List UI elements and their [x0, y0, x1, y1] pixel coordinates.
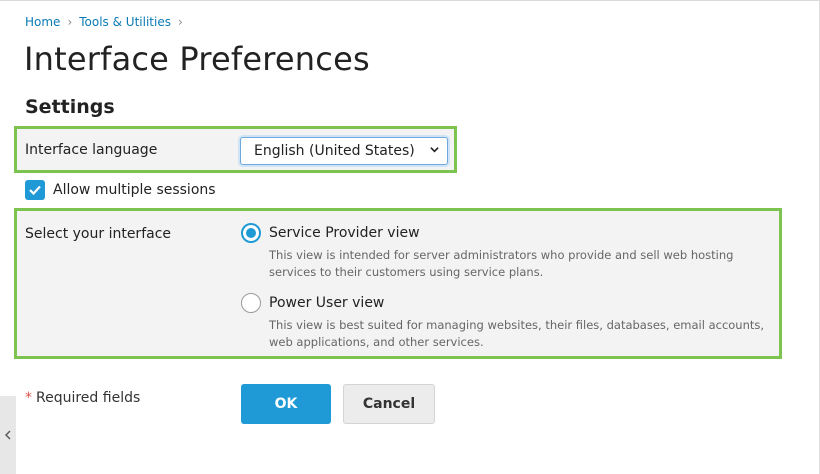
checkmark-icon — [29, 185, 41, 196]
service-provider-description: This view is intended for server adminis… — [269, 248, 734, 279]
chevron-right-icon: › — [177, 15, 183, 29]
chevron-right-icon: › — [67, 15, 73, 29]
ok-button[interactable]: OK — [241, 384, 331, 424]
multiple-sessions-row: Allow multiple sessions — [25, 180, 216, 200]
section-title: Settings — [25, 96, 115, 118]
breadcrumb-home[interactable]: Home — [25, 15, 60, 29]
sidebar-collapse-handle[interactable] — [0, 396, 16, 474]
power-user-radio[interactable] — [241, 293, 261, 313]
page-title: Interface Preferences — [24, 40, 370, 78]
multiple-sessions-label: Allow multiple sessions — [53, 182, 216, 198]
cancel-button[interactable]: Cancel — [343, 384, 435, 424]
chevron-left-icon — [5, 430, 11, 440]
power-user-title[interactable]: Power User view — [269, 295, 384, 311]
language-label: Interface language — [25, 142, 158, 158]
chevron-down-icon — [430, 147, 439, 153]
power-user-description: This view is best suited for managing we… — [269, 318, 765, 349]
language-select[interactable]: English (United States) — [240, 137, 448, 165]
breadcrumb: Home › Tools & Utilities › — [25, 15, 190, 29]
required-marker: * — [25, 390, 32, 406]
required-fields-note: * Required fields — [25, 390, 140, 406]
top-border — [0, 0, 820, 1]
language-select-value: English (United States) — [254, 143, 415, 159]
breadcrumb-tools-utilities[interactable]: Tools & Utilities — [79, 15, 171, 29]
service-provider-radio[interactable] — [241, 223, 261, 243]
service-provider-title[interactable]: Service Provider view — [269, 225, 420, 241]
interface-label: Select your interface — [25, 226, 172, 242]
required-fields-text: Required fields — [36, 390, 141, 406]
multiple-sessions-checkbox[interactable] — [25, 180, 45, 200]
